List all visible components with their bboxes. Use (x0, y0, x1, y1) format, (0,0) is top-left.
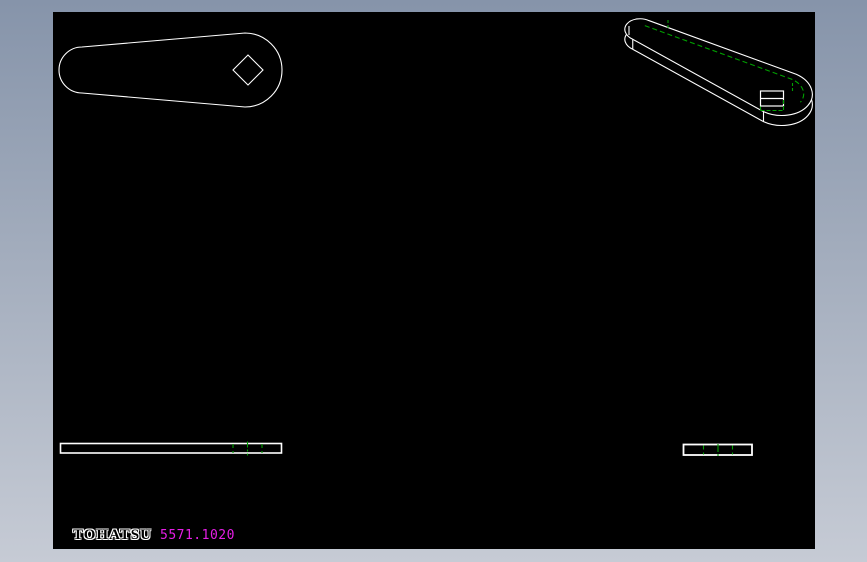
cad-viewport (53, 12, 815, 549)
app-window: { "window": { "bg_gradient_top": "#8694a… (0, 0, 867, 562)
brand-logo: TOHATSU (73, 527, 152, 543)
part-number: 5571.1020 (160, 528, 235, 543)
drawing-canvas[interactable] (53, 12, 815, 549)
